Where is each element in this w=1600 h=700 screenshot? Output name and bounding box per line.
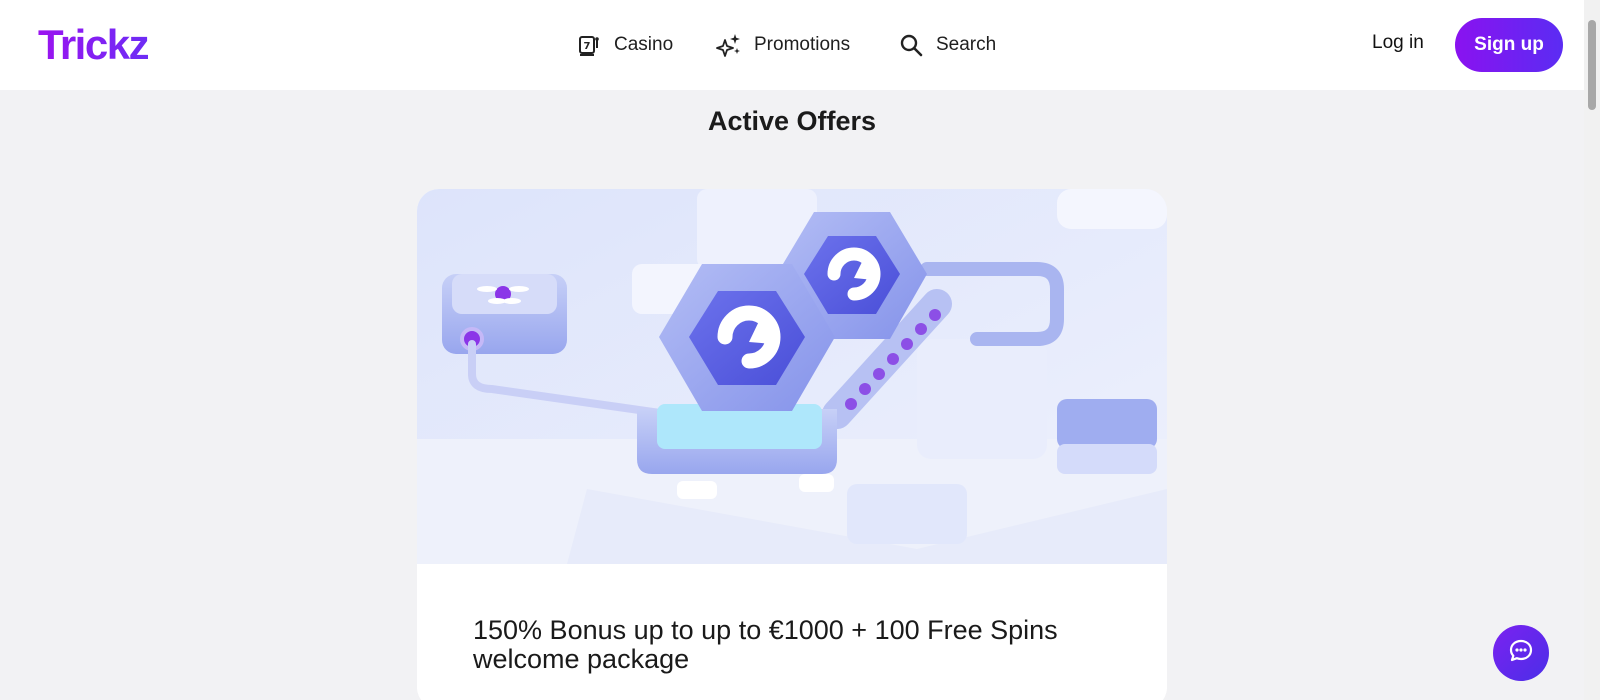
nav-item-casino[interactable]: 7 Casino xyxy=(576,30,673,60)
nav-label-promotions: Promotions xyxy=(754,34,851,55)
slot-machine-icon: 7 xyxy=(576,32,602,58)
page-scrollbar[interactable] xyxy=(1584,0,1600,700)
page-title: Active Offers xyxy=(707,106,877,136)
nav-item-search[interactable]: Search xyxy=(898,30,996,60)
trickz-logo[interactable]: Trickz xyxy=(38,20,150,70)
signup-button[interactable]: Sign up xyxy=(1455,18,1563,72)
nav-item-promotions[interactable]: Promotions xyxy=(716,30,850,60)
offer-title[interactable]: 150% Bonus up to up to €1000 + 100 Free … xyxy=(473,616,1073,674)
offer-card[interactable]: 150% Bonus up to up to €1000 + 100 Free … xyxy=(417,189,1167,700)
search-icon xyxy=(898,32,924,58)
free-spins-illustration xyxy=(417,189,1167,564)
login-link[interactable]: Log in xyxy=(1372,32,1424,54)
sparkles-icon xyxy=(716,32,742,58)
nav-label-casino: Casino xyxy=(614,34,674,55)
nav-label-search: Search xyxy=(936,34,997,55)
chat-button[interactable] xyxy=(1493,625,1549,681)
svg-text:7: 7 xyxy=(584,41,591,52)
scrollbar-thumb[interactable] xyxy=(1588,20,1596,110)
chat-bubble-icon xyxy=(1507,637,1535,670)
site-header: Trickz 7 Casino Promotions Search Log in… xyxy=(0,0,1584,90)
